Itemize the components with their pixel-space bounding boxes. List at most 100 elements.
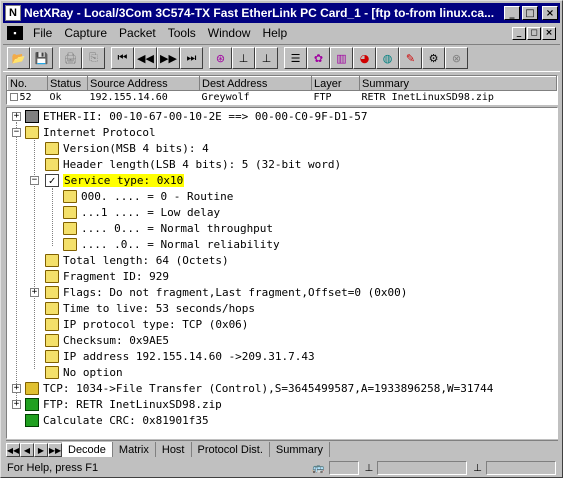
copy-icon[interactable]: ⎘ xyxy=(82,47,105,69)
next-icon[interactable]: ▶▶ xyxy=(157,47,180,69)
status-decode-icon: ⊥ xyxy=(364,462,374,474)
tree-node-checksum[interactable]: Checksum: 0x9AE5 xyxy=(45,332,169,348)
field-icon xyxy=(45,269,59,283)
maximize-button[interactable]: □ xyxy=(522,6,538,20)
menu-packet[interactable]: Packet xyxy=(113,26,162,40)
tree-node-ftp[interactable]: FTP: RETR InetLinuxSD98.zip xyxy=(25,396,222,412)
status-pane xyxy=(377,461,468,475)
print-icon[interactable]: 🖨 xyxy=(59,47,82,69)
packet-list: No. Status Source Address Dest Address L… xyxy=(6,75,558,105)
save-icon[interactable]: 💾 xyxy=(30,47,53,69)
column-header-status[interactable]: Status xyxy=(47,76,88,91)
tree-node-tcp[interactable]: TCP: 1034->File Transfer (Control),S=364… xyxy=(25,380,493,396)
toolbar: 📂 💾 🖨 ⎘ ⏮ ◀◀ ▶▶ ⏭ ⊛ ⊥ ⊥ ☰ ✿ ▥ ◕ ◍ ✎ ⚙ ⊗ xyxy=(3,44,560,72)
cell-source[interactable]: 192.155.14.60 xyxy=(88,91,200,105)
column-header-layer[interactable]: Layer xyxy=(311,76,360,91)
field-icon xyxy=(63,237,77,251)
network-card-icon xyxy=(25,109,39,123)
field-icon xyxy=(45,157,59,171)
tree-node-flags[interactable]: Flags: Do not fragment,Last fragment,Off… xyxy=(45,284,407,300)
expand-toggle[interactable]: + xyxy=(12,400,21,409)
column-header-no[interactable]: No. xyxy=(7,76,48,91)
tree-node-total-length[interactable]: Total length: 64 (Octets) xyxy=(45,252,229,268)
tree-node-fragment-id[interactable]: Fragment ID: 929 xyxy=(45,268,169,284)
status-decode2-icon: ⊥ xyxy=(473,462,482,474)
tree-node-delay[interactable]: ...1 .... = Low delay xyxy=(63,204,220,220)
status-text: For Help, press F1 xyxy=(7,462,99,474)
check-icon: ✓ xyxy=(45,173,59,187)
cell-summary[interactable]: RETR InetLinuxSD98.zip xyxy=(360,91,557,105)
tab-summary[interactable]: Summary xyxy=(270,442,330,457)
menu-help[interactable]: Help xyxy=(256,26,293,40)
pie-chart-icon[interactable]: ◕ xyxy=(353,47,376,69)
tree-node-crc[interactable]: Calculate CRC: 0x81901f35 xyxy=(25,412,209,428)
tab-scroll-last-icon[interactable]: ▶▶ xyxy=(48,443,62,457)
tab-scroll-first-icon[interactable]: ◀◀ xyxy=(6,443,20,457)
tree-node-no-option[interactable]: No option xyxy=(45,364,123,380)
tree-node-ip-address[interactable]: IP address 192.155.14.60 ->209.31.7.43 xyxy=(45,348,315,364)
collapse-toggle[interactable]: − xyxy=(12,128,21,137)
tree-node-ttl[interactable]: Time to live: 53 seconds/hops xyxy=(45,300,255,316)
first-icon[interactable]: ⏮ xyxy=(111,47,134,69)
tab-matrix[interactable]: Matrix xyxy=(113,442,156,457)
app-window: N NetXRay - Local/3Com 3C574-TX Fast Eth… xyxy=(0,0,563,478)
field-icon xyxy=(45,141,59,155)
minimize-button[interactable]: _ xyxy=(504,6,520,20)
close-button[interactable]: × xyxy=(542,6,558,20)
tab-scroll-prev-icon[interactable]: ◀ xyxy=(20,443,34,457)
tree-node-protocol-type[interactable]: IP protocol type: TCP (0x06) xyxy=(45,316,248,332)
protocol-icon xyxy=(25,381,39,395)
mdi-close-button[interactable]: × xyxy=(542,26,556,40)
mdi-restore-button[interactable]: ◻ xyxy=(527,26,541,40)
tree-node-service-type[interactable]: ✓ Service type: 0x10 xyxy=(45,172,185,188)
column-header-dest[interactable]: Dest Address xyxy=(199,76,312,91)
tree-node-reliability[interactable]: .... .0.. = Normal reliability xyxy=(63,236,280,252)
packet-list-icon[interactable]: ☰ xyxy=(284,47,307,69)
mdi-doc-icon[interactable]: ▪ xyxy=(7,26,23,40)
expand-toggle[interactable]: + xyxy=(12,384,21,393)
collapse-toggle[interactable]: − xyxy=(30,176,39,185)
tab-decode[interactable]: Decode xyxy=(62,442,113,457)
tab-protocol-dist[interactable]: Protocol Dist. xyxy=(192,442,270,457)
column-header-summary[interactable]: Summary xyxy=(359,76,557,91)
tree-node-header-length[interactable]: Header length(LSB 4 bits): 5 (32-bit wor… xyxy=(45,156,341,172)
column-header-source[interactable]: Source Address xyxy=(87,76,200,91)
last-icon[interactable]: ⏭ xyxy=(180,47,203,69)
matrix-icon[interactable]: ✿ xyxy=(307,47,330,69)
tree-node-ip[interactable]: Internet Protocol xyxy=(25,124,156,140)
open-folder-icon[interactable]: 📂 xyxy=(7,47,30,69)
mdi-minimize-button[interactable]: _ xyxy=(512,26,526,40)
field-icon xyxy=(63,205,77,219)
expand-toggle[interactable]: + xyxy=(30,288,39,297)
menu-capture[interactable]: Capture xyxy=(58,26,113,40)
tools-icon[interactable]: ⚙ xyxy=(422,47,445,69)
status-pane xyxy=(328,461,359,475)
tab-host[interactable]: Host xyxy=(156,442,192,457)
cell-status[interactable]: Ok xyxy=(48,91,88,105)
decode-icon[interactable]: ⊥ xyxy=(232,47,255,69)
menu-file[interactable]: File xyxy=(27,26,58,40)
prev-icon[interactable]: ◀◀ xyxy=(134,47,157,69)
title-bar[interactable]: N NetXRay - Local/3Com 3C574-TX Fast Eth… xyxy=(3,3,560,23)
cell-no[interactable]: 52 xyxy=(8,91,48,105)
tree-node-throughput[interactable]: .... 0... = Normal throughput xyxy=(63,220,273,236)
table-row[interactable]: 52 Ok 192.155.14.60 Greywolf FTP RETR In… xyxy=(8,91,557,105)
decode2-icon[interactable]: ⊥ xyxy=(255,47,278,69)
field-icon xyxy=(45,317,59,331)
globe-icon[interactable]: ◍ xyxy=(376,47,399,69)
field-icon xyxy=(63,221,77,235)
cell-dest[interactable]: Greywolf xyxy=(200,91,312,105)
edit-icon[interactable]: ✎ xyxy=(399,47,422,69)
cell-layer[interactable]: FTP xyxy=(312,91,360,105)
tree-node-precedence[interactable]: 000. .... = 0 - Routine xyxy=(63,188,233,204)
expand-toggle[interactable]: + xyxy=(12,112,21,121)
app-icon[interactable]: N xyxy=(5,5,21,21)
stop-icon[interactable]: ⊗ xyxy=(445,47,468,69)
tree-node-version[interactable]: Version(MSB 4 bits): 4 xyxy=(45,140,209,156)
record-icon[interactable]: ⊛ xyxy=(209,47,232,69)
menu-tools[interactable]: Tools xyxy=(162,26,202,40)
menu-window[interactable]: Window xyxy=(202,26,257,40)
bar-chart-icon[interactable]: ▥ xyxy=(330,47,353,69)
tab-scroll-next-icon[interactable]: ▶ xyxy=(34,443,48,457)
tree-node-ether[interactable]: ETHER-II: 00-10-67-00-10-2E ==> 00-00-C0… xyxy=(25,108,368,124)
